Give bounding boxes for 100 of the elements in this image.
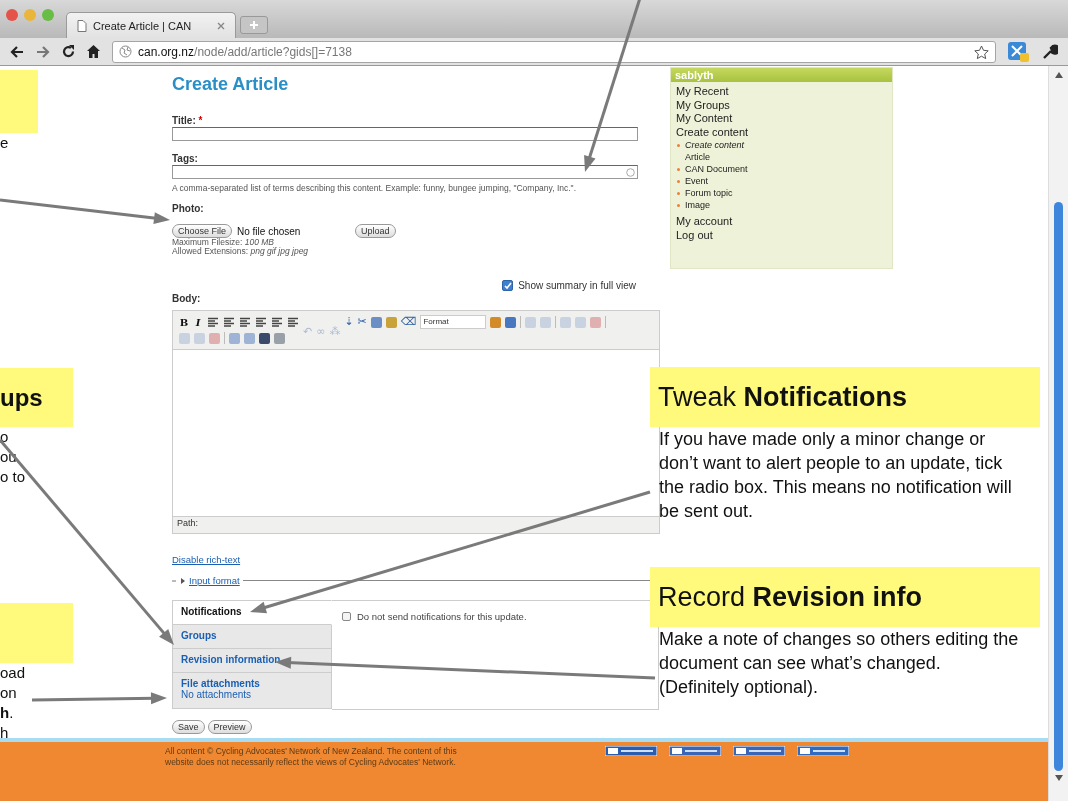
scrollbar-thumb[interactable] xyxy=(1054,202,1063,771)
lines-icon[interactable] xyxy=(287,316,299,328)
field-label: Body: xyxy=(172,293,202,304)
format-button[interactable]: B xyxy=(179,316,189,328)
checkbox[interactable] xyxy=(502,280,514,291)
back-icon[interactable] xyxy=(10,45,24,58)
file-status: No file chosen xyxy=(237,225,302,237)
toolbar-icon[interactable] xyxy=(505,316,517,328)
menu-link[interactable]: Create content xyxy=(671,125,892,139)
lines-icon[interactable] xyxy=(239,316,251,328)
field-label: Photo: xyxy=(172,203,205,214)
callout-text: on xyxy=(0,683,18,703)
lines-icon[interactable] xyxy=(271,316,283,328)
badge-icon[interactable] xyxy=(733,746,785,756)
scroll-up-icon[interactable] xyxy=(1054,72,1063,78)
lines-icon[interactable] xyxy=(223,316,235,328)
vertical-tab[interactable]: Groups xyxy=(172,625,332,649)
wrench-icon[interactable] xyxy=(1042,43,1058,60)
bullet-icon xyxy=(677,179,680,183)
vertical-tab[interactable]: File attachments No attachments xyxy=(172,673,332,709)
checkbox-label: Do not send notifications for this update. xyxy=(357,611,527,622)
address-bar[interactable]: can.org.nz/node/add/article?gids[]=7138 xyxy=(112,40,996,63)
page-icon xyxy=(77,19,87,32)
home-icon[interactable] xyxy=(87,45,100,58)
bullet-icon xyxy=(677,167,680,171)
close-window-icon[interactable] xyxy=(6,9,18,21)
checkbox-label: Show summary in full view xyxy=(518,280,636,291)
lines-icon[interactable] xyxy=(255,316,267,328)
callout-text: o to xyxy=(0,467,27,487)
menu-link[interactable]: Image xyxy=(685,199,710,211)
menu-link[interactable]: Log out xyxy=(671,228,892,242)
disable-rich-text-link[interactable]: Disable rich-text xyxy=(172,554,241,565)
format-button[interactable]: I xyxy=(193,316,203,328)
path-label: Path: xyxy=(177,518,198,528)
field-help-text: A comma-separated list of terms describing this content. Example: funny, bungee jumping, "Company, Inc.". xyxy=(172,183,577,193)
menu-link[interactable]: My Recent xyxy=(671,85,892,99)
lines-icon[interactable] xyxy=(207,316,219,328)
menu-link[interactable]: Create content xyxy=(685,139,745,151)
required-mark: * xyxy=(198,115,203,126)
tags-field[interactable] xyxy=(172,165,638,179)
menu-link[interactable]: My Groups xyxy=(671,98,892,112)
toolbar-button[interactable]: ⌫ xyxy=(400,316,417,328)
menu-link[interactable]: Event xyxy=(685,175,708,187)
callout-title: ups xyxy=(0,383,43,412)
badge-icon[interactable] xyxy=(605,746,657,756)
title-field[interactable] xyxy=(172,127,638,141)
input-format-link[interactable]: Input format xyxy=(189,575,240,586)
callout-box xyxy=(0,70,38,133)
star-icon[interactable] xyxy=(974,44,989,59)
page-heading: Create Article xyxy=(172,74,290,95)
url-host: can.org.nz xyxy=(138,44,195,59)
menu-link[interactable]: Article xyxy=(685,151,710,163)
tab-title: Create Article | CAN xyxy=(93,19,193,32)
reload-icon[interactable] xyxy=(62,45,75,58)
extension-icon[interactable] xyxy=(1008,41,1030,62)
checkbox[interactable] xyxy=(342,612,351,621)
bullet-icon xyxy=(677,143,680,147)
badge-icon[interactable] xyxy=(797,746,849,756)
url-path: /node/add/article?gids[]=7138 xyxy=(194,44,352,59)
callout-text: e xyxy=(0,133,10,153)
bullet-icon xyxy=(677,191,680,195)
new-tab-button[interactable] xyxy=(240,16,268,34)
vertical-tab[interactable]: Notifications xyxy=(172,600,332,625)
user-name: sablyth xyxy=(671,68,892,82)
forward-icon[interactable] xyxy=(36,45,50,58)
bullet-icon xyxy=(677,203,680,207)
field-label: Title: xyxy=(172,115,196,126)
scrollbar[interactable] xyxy=(1048,66,1068,801)
footer-text: All content © Cycling Advocates' Network of New Zealand. The content of this website does not necessarily reflect the views of Cycling Advocates' Network. xyxy=(165,746,458,769)
toolbar-icon[interactable] xyxy=(259,332,270,344)
badge-icon[interactable] xyxy=(669,746,721,756)
globe-icon xyxy=(119,45,132,58)
choose-file-button[interactable]: Choose File xyxy=(172,224,233,238)
callout-text: If you have made only a minor change or don’t want to alert people to an update, tick the radio box. This means no notification will be sent out. xyxy=(658,428,1013,523)
toolbar-button[interactable]: ✂ xyxy=(357,316,367,328)
close-icon[interactable] xyxy=(217,21,225,30)
menu-link[interactable]: Forum topic xyxy=(685,187,733,199)
callout-text: h xyxy=(0,723,10,743)
format-dropdown[interactable]: Format xyxy=(420,315,487,329)
collapse-icon xyxy=(172,575,186,586)
toolbar-button[interactable]: ⇣ xyxy=(344,316,354,328)
callout-text: h. xyxy=(0,703,15,723)
callout-title: Record Revision info xyxy=(658,582,923,612)
vertical-tab[interactable]: Revision information xyxy=(172,649,332,673)
field-label: Tags: xyxy=(172,153,199,164)
menu-link[interactable]: My Content xyxy=(671,112,892,126)
scroll-down-icon[interactable] xyxy=(1054,775,1063,781)
extensions-note: Allowed Extensions: png gif jpg jpeg xyxy=(172,247,310,256)
menu-link[interactable]: My account xyxy=(671,215,892,229)
file-size-note: Maximum Filesize: 100 MB xyxy=(172,238,276,247)
callout-text: oad xyxy=(0,663,27,683)
browser-tab[interactable]: Create Article | CAN xyxy=(66,12,236,38)
callout-text: Make a note of changes so others editing the document can see what’s changed. (Definitely optional). xyxy=(658,628,1019,699)
upload-button[interactable]: Upload xyxy=(355,224,396,238)
plus-icon xyxy=(250,21,258,29)
form-button[interactable]: Save xyxy=(172,720,205,734)
menu-link[interactable]: CAN Document xyxy=(685,163,748,175)
callout-title: Tweak Notifications xyxy=(658,382,908,412)
throbber-icon xyxy=(626,167,635,177)
form-button[interactable]: Preview xyxy=(207,720,252,734)
